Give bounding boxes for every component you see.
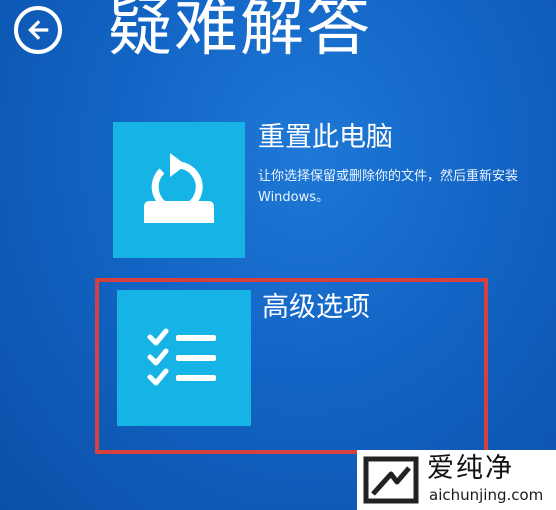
watermark-url: aichunjing.com — [429, 486, 544, 504]
reset-pc-description: 让你选择保留或删除你的文件，然后重新安装 Windows。 — [258, 169, 519, 205]
reset-pc-title[interactable]: 重置此电脑 — [258, 122, 393, 154]
reset-pc-icon — [144, 153, 214, 223]
advanced-options-title[interactable]: 高级选项 — [262, 292, 370, 324]
back-arrow-icon — [28, 20, 49, 40]
back-button[interactable] — [14, 6, 62, 54]
watermark-logo-icon — [363, 456, 419, 504]
advanced-options-tile[interactable] — [117, 290, 251, 426]
checklist-icon — [147, 328, 216, 386]
reset-pc-tile[interactable] — [113, 122, 245, 258]
watermark: 爱纯净 aichunjing.com — [357, 450, 556, 510]
watermark-name: 爱纯净 — [427, 453, 514, 484]
page-title: 疑难解答 — [108, 0, 372, 65]
